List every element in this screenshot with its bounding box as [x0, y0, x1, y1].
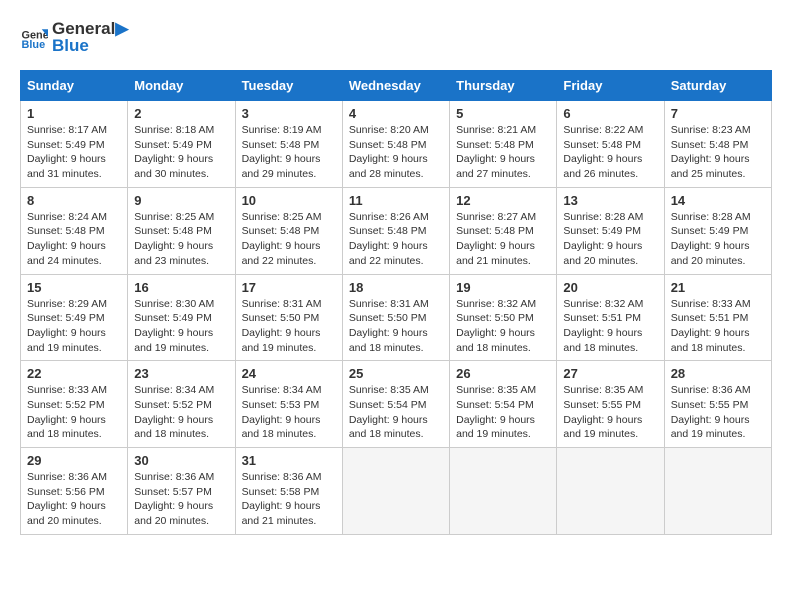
day-cell-6: 6Sunrise: 8:22 AMSunset: 5:48 PMDaylight…	[557, 101, 664, 188]
day-cell-24: 24Sunrise: 8:34 AMSunset: 5:53 PMDayligh…	[235, 361, 342, 448]
day-cell-5: 5Sunrise: 8:21 AMSunset: 5:48 PMDaylight…	[450, 101, 557, 188]
day-cell-25: 25Sunrise: 8:35 AMSunset: 5:54 PMDayligh…	[342, 361, 449, 448]
logo-general: General▶	[52, 20, 128, 37]
day-cell-11: 11Sunrise: 8:26 AMSunset: 5:48 PMDayligh…	[342, 187, 449, 274]
day-cell-21: 21Sunrise: 8:33 AMSunset: 5:51 PMDayligh…	[664, 274, 771, 361]
empty-cell-4-5	[557, 448, 664, 535]
day-cell-9: 9Sunrise: 8:25 AMSunset: 5:48 PMDaylight…	[128, 187, 235, 274]
week-row-0: 1Sunrise: 8:17 AMSunset: 5:49 PMDaylight…	[21, 101, 772, 188]
header: General Blue General▶ Blue	[20, 20, 772, 54]
day-cell-16: 16Sunrise: 8:30 AMSunset: 5:49 PMDayligh…	[128, 274, 235, 361]
day-cell-19: 19Sunrise: 8:32 AMSunset: 5:50 PMDayligh…	[450, 274, 557, 361]
day-cell-4: 4Sunrise: 8:20 AMSunset: 5:48 PMDaylight…	[342, 101, 449, 188]
col-header-saturday: Saturday	[664, 71, 771, 101]
day-cell-23: 23Sunrise: 8:34 AMSunset: 5:52 PMDayligh…	[128, 361, 235, 448]
col-header-thursday: Thursday	[450, 71, 557, 101]
day-cell-8: 8Sunrise: 8:24 AMSunset: 5:48 PMDaylight…	[21, 187, 128, 274]
col-header-wednesday: Wednesday	[342, 71, 449, 101]
day-cell-13: 13Sunrise: 8:28 AMSunset: 5:49 PMDayligh…	[557, 187, 664, 274]
empty-cell-4-4	[450, 448, 557, 535]
week-row-1: 8Sunrise: 8:24 AMSunset: 5:48 PMDaylight…	[21, 187, 772, 274]
calendar-table: SundayMondayTuesdayWednesdayThursdayFrid…	[20, 70, 772, 535]
week-row-4: 29Sunrise: 8:36 AMSunset: 5:56 PMDayligh…	[21, 448, 772, 535]
col-header-sunday: Sunday	[21, 71, 128, 101]
logo: General Blue General▶ Blue	[20, 20, 128, 54]
day-cell-31: 31Sunrise: 8:36 AMSunset: 5:58 PMDayligh…	[235, 448, 342, 535]
day-cell-28: 28Sunrise: 8:36 AMSunset: 5:55 PMDayligh…	[664, 361, 771, 448]
day-cell-2: 2Sunrise: 8:18 AMSunset: 5:49 PMDaylight…	[128, 101, 235, 188]
col-header-friday: Friday	[557, 71, 664, 101]
svg-text:Blue: Blue	[22, 39, 46, 51]
day-cell-18: 18Sunrise: 8:31 AMSunset: 5:50 PMDayligh…	[342, 274, 449, 361]
day-cell-1: 1Sunrise: 8:17 AMSunset: 5:49 PMDaylight…	[21, 101, 128, 188]
day-cell-17: 17Sunrise: 8:31 AMSunset: 5:50 PMDayligh…	[235, 274, 342, 361]
day-cell-26: 26Sunrise: 8:35 AMSunset: 5:54 PMDayligh…	[450, 361, 557, 448]
day-cell-22: 22Sunrise: 8:33 AMSunset: 5:52 PMDayligh…	[21, 361, 128, 448]
header-row: SundayMondayTuesdayWednesdayThursdayFrid…	[21, 71, 772, 101]
col-header-tuesday: Tuesday	[235, 71, 342, 101]
day-cell-14: 14Sunrise: 8:28 AMSunset: 5:49 PMDayligh…	[664, 187, 771, 274]
week-row-2: 15Sunrise: 8:29 AMSunset: 5:49 PMDayligh…	[21, 274, 772, 361]
col-header-monday: Monday	[128, 71, 235, 101]
day-cell-10: 10Sunrise: 8:25 AMSunset: 5:48 PMDayligh…	[235, 187, 342, 274]
day-cell-3: 3Sunrise: 8:19 AMSunset: 5:48 PMDaylight…	[235, 101, 342, 188]
logo-icon: General Blue	[20, 23, 48, 51]
day-cell-7: 7Sunrise: 8:23 AMSunset: 5:48 PMDaylight…	[664, 101, 771, 188]
empty-cell-4-6	[664, 448, 771, 535]
day-cell-20: 20Sunrise: 8:32 AMSunset: 5:51 PMDayligh…	[557, 274, 664, 361]
day-cell-30: 30Sunrise: 8:36 AMSunset: 5:57 PMDayligh…	[128, 448, 235, 535]
day-cell-12: 12Sunrise: 8:27 AMSunset: 5:48 PMDayligh…	[450, 187, 557, 274]
week-row-3: 22Sunrise: 8:33 AMSunset: 5:52 PMDayligh…	[21, 361, 772, 448]
day-cell-27: 27Sunrise: 8:35 AMSunset: 5:55 PMDayligh…	[557, 361, 664, 448]
day-cell-15: 15Sunrise: 8:29 AMSunset: 5:49 PMDayligh…	[21, 274, 128, 361]
logo-blue: Blue	[52, 37, 128, 54]
day-cell-29: 29Sunrise: 8:36 AMSunset: 5:56 PMDayligh…	[21, 448, 128, 535]
empty-cell-4-3	[342, 448, 449, 535]
